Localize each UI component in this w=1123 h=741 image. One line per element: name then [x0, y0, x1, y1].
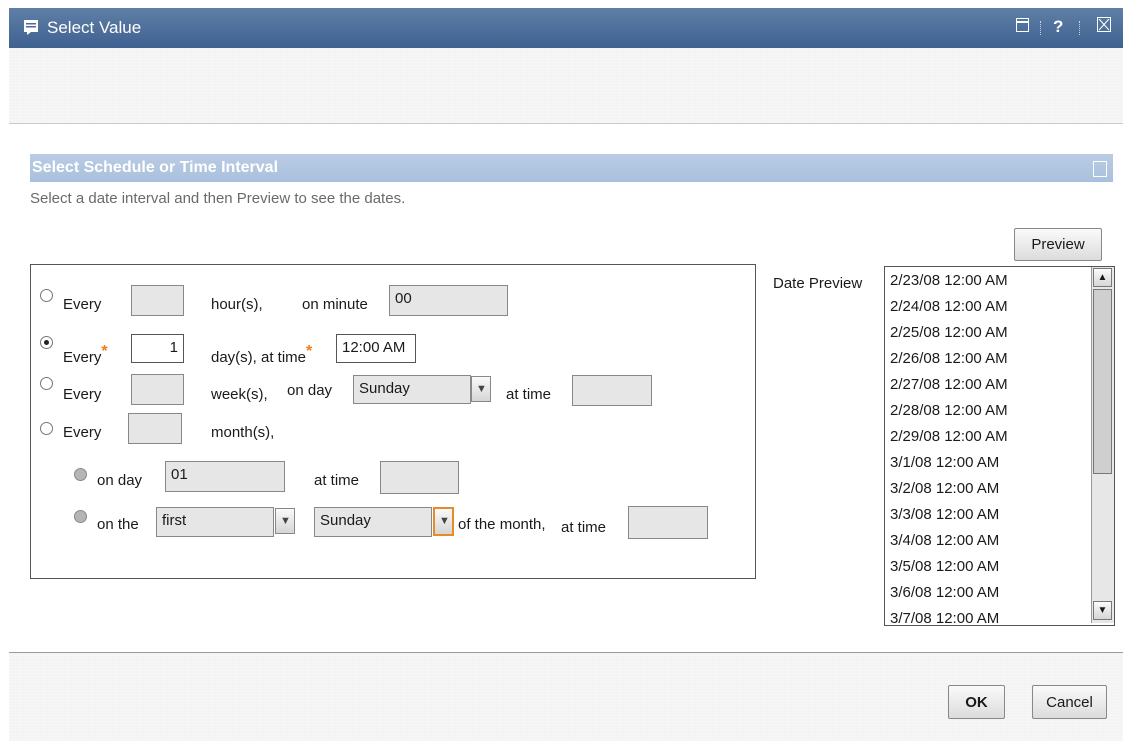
- daily-every-label: Every*: [63, 343, 108, 366]
- required-marker: *: [101, 343, 108, 360]
- window-title-bar: Select Value ?: [9, 8, 1123, 48]
- chevron-down-icon: ▼: [280, 515, 291, 527]
- months-unit-label: month(s),: [211, 424, 275, 441]
- monthly-day-input[interactable]: 01: [165, 461, 285, 492]
- monthly-weekday-select[interactable]: Sunday: [314, 507, 432, 537]
- list-item: 3/6/08 12:00 AM: [890, 584, 1000, 601]
- chevron-down-icon: ▼: [439, 515, 450, 527]
- monthly-on-day-at-time-label: at time: [314, 472, 360, 489]
- scrollbar-thumb[interactable]: [1093, 289, 1112, 474]
- section-instruction: Select a date interval and then Preview …: [30, 190, 406, 207]
- days-input[interactable]: 1: [131, 334, 184, 363]
- list-item: 2/25/08 12:00 AM: [890, 324, 1008, 341]
- minimize-icon[interactable]: [1016, 17, 1029, 37]
- weekly-day-dropdown-arrow[interactable]: ▼: [471, 376, 491, 402]
- monthly-on-the-at-time-label: at time: [561, 519, 607, 536]
- list-item: 2/26/08 12:00 AM: [890, 350, 1008, 367]
- monthly-on-the-radio[interactable]: [74, 510, 87, 523]
- hours-unit-label: hour(s),: [211, 296, 263, 313]
- days-unit-label: day(s), at time*: [211, 343, 313, 366]
- date-preview-scrollbar[interactable]: ▲ ▼: [1091, 267, 1114, 623]
- daily-time-input[interactable]: 12:00 AM: [336, 334, 416, 363]
- scroll-down-icon[interactable]: ▼: [1093, 601, 1112, 620]
- of-the-month-label: of the month,: [458, 516, 546, 533]
- list-item: 2/24/08 12:00 AM: [890, 298, 1008, 315]
- monthly-on-the-label: on the: [97, 516, 139, 533]
- chevron-down-icon: ▼: [476, 383, 487, 395]
- list-item: 3/4/08 12:00 AM: [890, 532, 1000, 549]
- list-item: 2/23/08 12:00 AM: [890, 272, 1008, 289]
- weekly-at-time-label: at time: [506, 386, 552, 403]
- list-item: 2/27/08 12:00 AM: [890, 376, 1008, 393]
- required-marker: *: [306, 343, 313, 360]
- list-item: 2/28/08 12:00 AM: [890, 402, 1008, 419]
- weeks-input[interactable]: [131, 374, 184, 405]
- weekly-radio[interactable]: [40, 377, 53, 390]
- scroll-up-icon[interactable]: ▲: [1093, 268, 1112, 287]
- section-header: Select Schedule or Time Interval: [30, 154, 1113, 182]
- date-preview-list[interactable]: 2/23/08 12:00 AM 2/24/08 12:00 AM 2/25/0…: [884, 266, 1115, 626]
- dialog-icon: [24, 20, 38, 35]
- hourly-radio[interactable]: [40, 289, 53, 302]
- ok-button[interactable]: OK: [948, 685, 1005, 719]
- section-title: Select Schedule or Time Interval: [32, 159, 279, 176]
- date-preview-label: Date Preview: [773, 275, 863, 292]
- monthly-ordinal-select[interactable]: first: [156, 507, 274, 537]
- hours-input[interactable]: [131, 285, 184, 316]
- monthly-on-the-time-input[interactable]: [628, 506, 708, 539]
- title-separator: [1079, 21, 1082, 35]
- on-day-label: on day: [287, 382, 333, 399]
- list-item: 3/7/08 12:00 AM: [890, 610, 1000, 626]
- minute-input[interactable]: 00: [389, 285, 508, 316]
- help-icon[interactable]: ?: [1053, 17, 1063, 37]
- monthly-on-day-radio[interactable]: [74, 468, 87, 481]
- daily-radio[interactable]: [40, 336, 53, 349]
- weekly-day-select[interactable]: Sunday: [353, 375, 471, 404]
- list-item: 3/2/08 12:00 AM: [890, 480, 1000, 497]
- list-item: 2/29/08 12:00 AM: [890, 428, 1008, 445]
- months-input[interactable]: [128, 413, 182, 444]
- close-icon[interactable]: [1097, 17, 1111, 37]
- weeks-unit-label: week(s),: [211, 386, 268, 403]
- window-title: Select Value: [47, 18, 142, 37]
- cancel-button[interactable]: Cancel: [1032, 685, 1107, 719]
- monthly-day-time-input[interactable]: [380, 461, 459, 494]
- monthly-ordinal-dropdown-arrow[interactable]: ▼: [275, 508, 295, 534]
- preview-button[interactable]: Preview: [1014, 228, 1102, 261]
- title-separator: [1040, 21, 1043, 35]
- monthly-every-label: Every: [63, 424, 102, 441]
- list-item: 3/3/08 12:00 AM: [890, 506, 1000, 523]
- monthly-weekday-dropdown-arrow[interactable]: ▼: [433, 507, 454, 536]
- weekly-every-label: Every: [63, 386, 102, 403]
- list-item: 3/1/08 12:00 AM: [890, 454, 1000, 471]
- toolbar-band: [9, 48, 1123, 124]
- weekly-time-input[interactable]: [572, 375, 652, 406]
- monthly-on-day-label: on day: [97, 472, 143, 489]
- hourly-every-label: Every: [63, 296, 102, 313]
- monthly-radio[interactable]: [40, 422, 53, 435]
- collapse-icon[interactable]: [1093, 161, 1107, 177]
- list-item: 3/5/08 12:00 AM: [890, 558, 1000, 575]
- on-minute-label: on minute: [302, 296, 368, 313]
